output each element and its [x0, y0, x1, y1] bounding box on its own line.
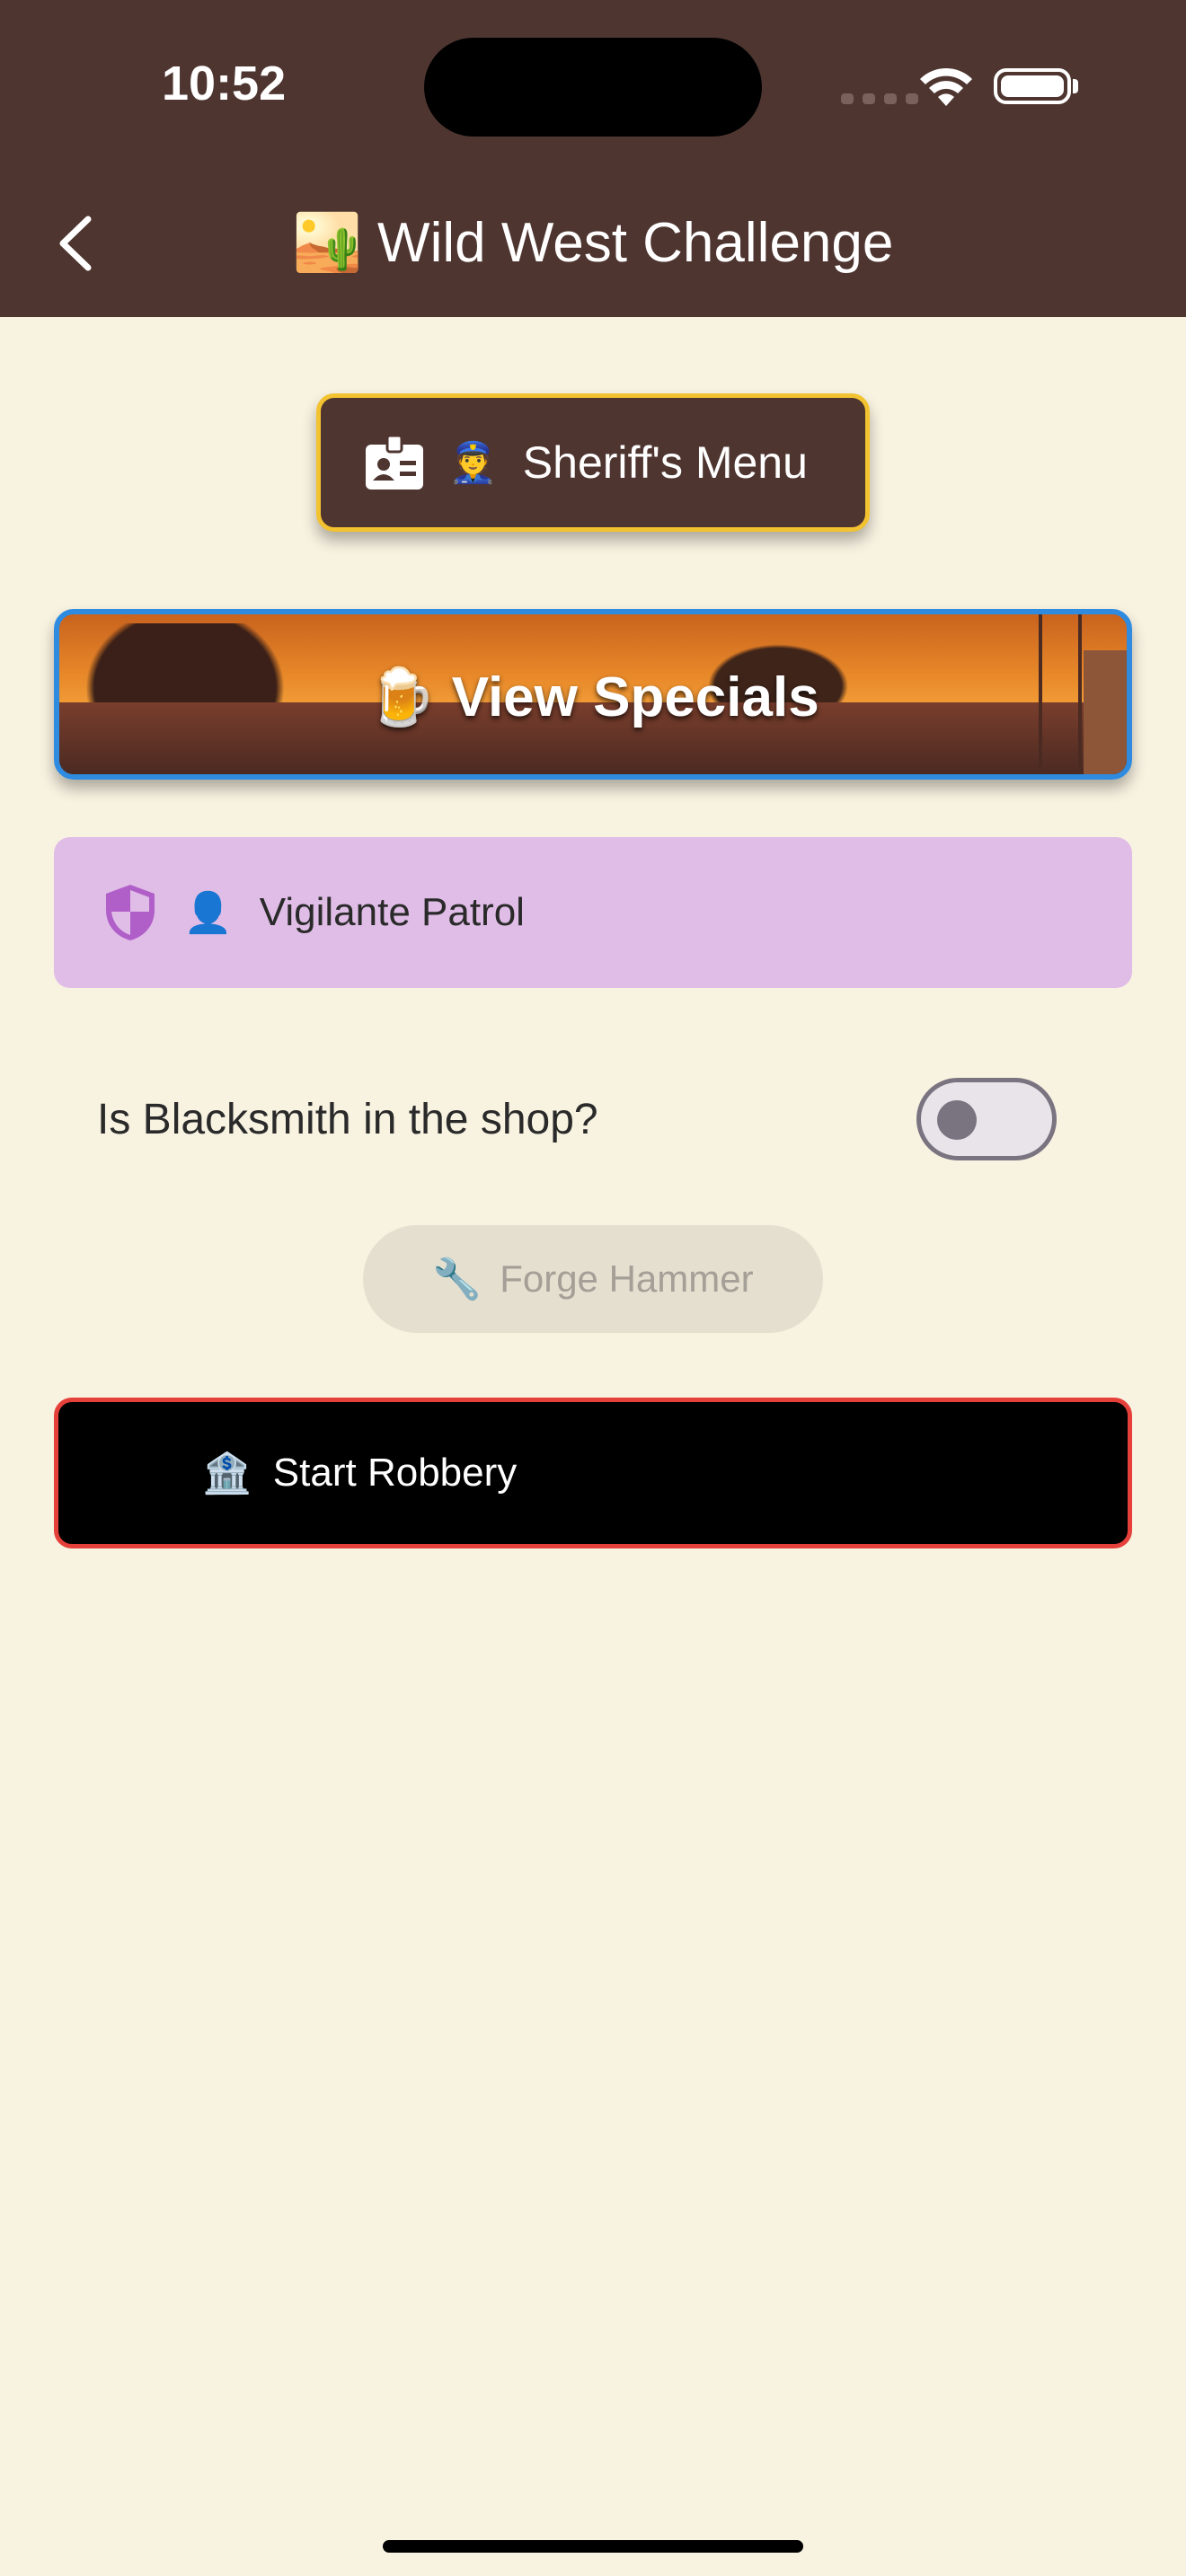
- status-time: 10:52: [162, 57, 287, 110]
- person-emoji: 👤: [183, 891, 233, 935]
- forge-hammer-label: Forge Hammer: [500, 1257, 754, 1300]
- vigilante-patrol-button[interactable]: 👤 Vigilante Patrol: [54, 837, 1132, 988]
- wrench-emoji: 🔧: [432, 1257, 482, 1301]
- blacksmith-toggle-switch[interactable]: [916, 1078, 1057, 1160]
- view-specials-label: 🍺 View Specials: [367, 666, 819, 728]
- bank-emoji: 🏦: [202, 1451, 252, 1495]
- forge-hammer-button[interactable]: 🔧 Forge Hammer: [363, 1225, 823, 1333]
- dynamic-island: [424, 38, 762, 137]
- sheriffs-menu-button[interactable]: 👮 Sheriff's Menu: [316, 393, 870, 532]
- cellular-signal-icon: [841, 93, 918, 104]
- sheriffs-menu-label: Sheriff's Menu: [522, 437, 808, 488]
- status-bar: 10:52: [0, 0, 1186, 171]
- page-title: 🏜️ Wild West Challenge: [292, 212, 894, 274]
- start-robbery-button[interactable]: 🏦 Start Robbery: [54, 1398, 1132, 1548]
- view-specials-button[interactable]: 🍺 View Specials: [54, 609, 1132, 780]
- wifi-icon: [920, 67, 972, 106]
- vigilante-patrol-label: Vigilante Patrol: [259, 890, 525, 934]
- home-indicator: [383, 2540, 803, 2553]
- police-emoji: 👮: [448, 441, 498, 485]
- toggle-knob: [937, 1100, 977, 1140]
- navigation-bar: 🏜️ Wild West Challenge: [0, 171, 1186, 317]
- blacksmith-toggle-label: Is Blacksmith in the shop?: [97, 1095, 598, 1143]
- battery-icon: [994, 68, 1071, 104]
- start-robbery-label: Start Robbery: [272, 1451, 518, 1495]
- id-badge-icon: [366, 436, 423, 490]
- blacksmith-toggle-row: Is Blacksmith in the shop?: [97, 1074, 1057, 1164]
- shield-icon: [106, 885, 155, 940]
